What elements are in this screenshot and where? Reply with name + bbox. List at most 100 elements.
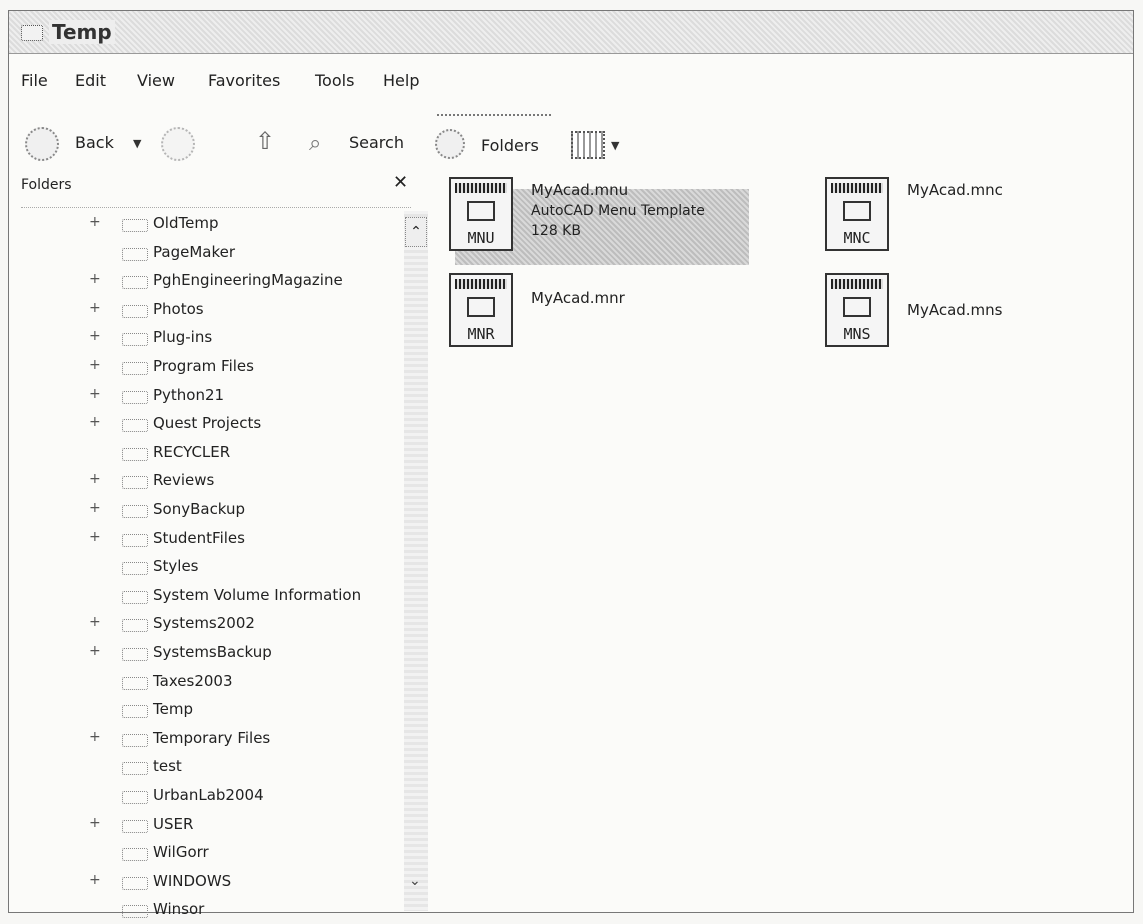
title-bar[interactable]: Temp	[9, 11, 1133, 54]
expand-plus-icon[interactable]: +	[89, 614, 101, 630]
folder-icon	[122, 791, 148, 804]
expand-plus-icon[interactable]: +	[89, 214, 101, 230]
scroll-down-arrow-icon[interactable]: ⌄	[409, 873, 421, 889]
folder-tree-item-label: UrbanLab2004	[153, 786, 264, 804]
menu-help[interactable]: Help	[383, 71, 419, 90]
folder-tree-item-label: Photos	[153, 299, 204, 318]
folder-tree-item[interactable]: + USER	[9, 811, 409, 839]
file-name: MyAcad.mns	[907, 301, 1003, 319]
menu-source-file-icon: MNS	[825, 273, 889, 347]
folder-tree-item-label: Styles	[153, 557, 199, 576]
folders-icon[interactable]	[435, 129, 465, 159]
search-button-label[interactable]: Search	[349, 133, 404, 152]
menu-resource-file-icon: MNR	[449, 273, 513, 347]
folder-tree-item-label: test	[153, 757, 182, 776]
folders-pane-header: Folders	[21, 177, 72, 193]
folder-icon	[122, 390, 148, 404]
expand-plus-icon[interactable]: +	[89, 271, 101, 287]
folder-icon	[122, 762, 148, 776]
menu-view[interactable]: View	[137, 71, 175, 90]
folder-tree-item[interactable]: + Quest Projects	[9, 410, 409, 438]
expand-plus-icon[interactable]: +	[89, 328, 101, 344]
folder-tree-item-label: Temporary Files	[153, 728, 271, 747]
pane-divider	[21, 207, 411, 208]
folder-tree-item-label: WilGorr	[153, 843, 209, 862]
folder-tree-item[interactable]: + SystemsBackup	[9, 639, 409, 667]
window-title: Temp	[49, 20, 115, 44]
folder-tree-item[interactable]: + Systems2002	[9, 610, 409, 638]
expand-plus-icon[interactable]: +	[89, 500, 101, 516]
menu-edit[interactable]: Edit	[75, 71, 106, 90]
file-name: MyAcad.mnc	[907, 181, 1003, 199]
folder-tree-item[interactable]: + Reviews	[9, 467, 409, 495]
folder-tree-item-label: SystemsBackup	[153, 643, 272, 661]
menu-favorites[interactable]: Favorites	[208, 71, 280, 90]
toolbar: Back ▼ ⇧ ⌕ Search Folders ▼	[9, 119, 1133, 169]
expand-plus-icon[interactable]: +	[89, 300, 101, 316]
folder-tree-item[interactable]: RECYCLER	[9, 439, 409, 467]
folder-icon	[122, 247, 148, 261]
folder-tree-item[interactable]: + Plug-ins	[9, 324, 409, 352]
folder-tree-item[interactable]: + StudentFiles	[9, 525, 409, 553]
folder-icon	[122, 533, 148, 547]
folder-icon	[122, 562, 148, 576]
folder-icon	[122, 505, 148, 518]
menu-tools[interactable]: Tools	[315, 71, 354, 90]
expand-plus-icon[interactable]: +	[89, 529, 101, 545]
folder-tree-item-label: Plug-ins	[153, 328, 213, 347]
search-icon[interactable]: ⌕	[309, 131, 321, 156]
up-folder-icon[interactable]: ⇧	[255, 127, 275, 155]
folder-tree-item-label: USER	[153, 814, 194, 833]
folder-tree-item[interactable]: + Python21	[9, 382, 409, 410]
close-icon[interactable]: ✕	[393, 172, 408, 193]
folder-tree-item-label: OldTemp	[153, 214, 219, 232]
folder-icon	[122, 276, 148, 290]
back-button-label[interactable]: Back	[75, 133, 114, 152]
folder-tree-item[interactable]: WilGorr	[9, 839, 409, 867]
expand-plus-icon[interactable]: +	[89, 729, 101, 745]
folder-tree-item[interactable]: + Temporary Files	[9, 725, 409, 753]
folder-tree-item[interactable]: + Program Files	[9, 353, 409, 381]
folder-tree-item[interactable]: + OldTemp	[9, 210, 409, 238]
folders-button-label[interactable]: Folders	[481, 136, 539, 155]
expand-plus-icon[interactable]: +	[89, 357, 101, 373]
expand-plus-icon[interactable]: +	[89, 414, 101, 430]
folder-icon	[122, 619, 148, 633]
expand-plus-icon[interactable]: +	[89, 643, 101, 659]
file-name: MyAcad.mnu	[531, 181, 629, 199]
expand-plus-icon[interactable]: +	[89, 386, 101, 402]
folder-tree-item[interactable]: + Photos	[9, 296, 409, 324]
folder-tree-item[interactable]: test	[9, 753, 409, 781]
folder-tree-item-label: Winsor	[153, 900, 205, 919]
folder-tree-item[interactable]: Temp	[9, 696, 409, 724]
folder-tree-item[interactable]: + WINDOWS	[9, 868, 409, 896]
folder-icon	[122, 419, 148, 433]
folder-icon	[21, 25, 43, 41]
folder-tree-item[interactable]: Taxes2003	[9, 668, 409, 696]
menu-file[interactable]: File	[21, 71, 48, 90]
views-dropdown-arrow-icon[interactable]: ▼	[611, 139, 619, 152]
file-type: AutoCAD Menu Template	[531, 203, 705, 219]
folder-icon	[122, 447, 148, 461]
menu-bar: File Edit View Favorites Tools Help	[9, 69, 1133, 97]
folder-tree-item-label: WINDOWS	[153, 871, 232, 890]
folder-tree-item[interactable]: + SonyBackup	[9, 496, 409, 524]
folder-tree-item[interactable]: System Volume Information	[9, 582, 409, 610]
expand-plus-icon[interactable]: +	[89, 471, 101, 487]
folder-tree-item[interactable]: + PghEngineeringMagazine	[9, 267, 409, 295]
folder-icon	[122, 848, 148, 862]
forward-arrow-icon[interactable]	[161, 127, 195, 161]
back-dropdown-arrow-icon[interactable]: ▼	[133, 137, 141, 150]
back-arrow-icon[interactable]	[25, 127, 59, 161]
folder-tree-item-label: SonyBackup	[153, 500, 246, 518]
expand-plus-icon[interactable]: +	[89, 872, 101, 888]
views-icon[interactable]	[571, 131, 605, 159]
folder-icon	[122, 476, 148, 490]
folder-tree-item-label: Systems2002	[153, 614, 255, 633]
expand-plus-icon[interactable]: +	[89, 815, 101, 831]
folder-tree-item[interactable]: PageMaker	[9, 239, 409, 267]
folder-tree-item[interactable]: Winsor	[9, 896, 409, 924]
folder-tree-item[interactable]: UrbanLab2004	[9, 782, 409, 810]
folder-icon	[122, 733, 148, 747]
folder-tree-item[interactable]: Styles	[9, 553, 409, 581]
